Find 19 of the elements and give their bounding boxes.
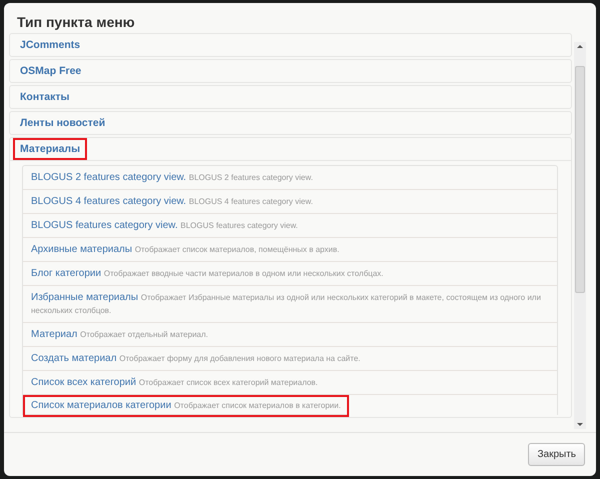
menu-type-item[interactable]: Архивные материалы Отображает список материалов, помещённых в архив.: [23, 238, 557, 262]
scrollbar[interactable]: [574, 42, 586, 429]
menu-type-item[interactable]: BLOGUS 4 features category view. BLOGUS 4 features category view.: [23, 190, 557, 214]
dialog-title: Тип пункта меню: [16, 13, 136, 32]
menu-type-item[interactable]: Материал Отображает отдельный материал.: [23, 323, 557, 347]
menu-type-item[interactable]: Блог категории Отображает вводные части материалов в одном или нескольких столбцах.: [23, 262, 557, 286]
scrollbar-thumb[interactable]: [575, 66, 585, 293]
close-button[interactable]: Закрыть: [528, 443, 585, 466]
group-link[interactable]: Контакты: [15, 88, 75, 106]
menu-type-item[interactable]: Избранные материалы Отображает Избранные материалы из одной или нескольких категорий в макете, состоящем из одного или нескольких столбцов.: [23, 286, 557, 323]
menu-type-item[interactable]: BLOGUS 2 features category view. BLOGUS 2 features category view.: [23, 166, 557, 190]
menu-type-item[interactable]: Список материалов категории Отображает список материалов в категории.: [25, 397, 347, 415]
group-link[interactable]: Ленты новостей: [15, 114, 110, 132]
group-link[interactable]: OSMap Free: [15, 62, 86, 80]
menu-type-item[interactable]: Создать материал Отображает форму для добавления нового материала на сайте.: [23, 347, 557, 371]
group-link[interactable]: JComments: [15, 36, 86, 54]
group-link[interactable]: Материалы: [15, 140, 86, 158]
menu-type-item[interactable]: BLOGUS features category view. BLOGUS features category view.: [23, 214, 557, 238]
menu-type-item[interactable]: Список всех категорий Отображает список всех категорий материалов.: [23, 371, 557, 395]
